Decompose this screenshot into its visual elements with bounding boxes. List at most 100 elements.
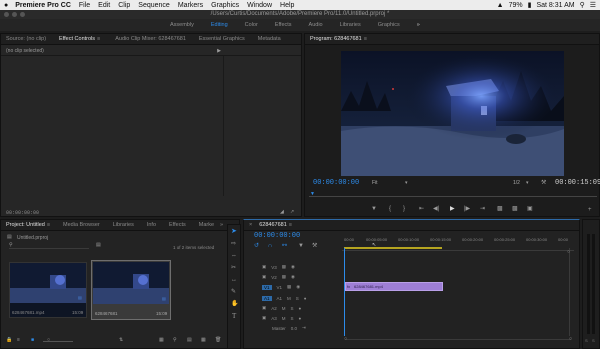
menu-window[interactable]: Window — [247, 2, 272, 9]
program-menu-icon[interactable]: ≡ — [364, 36, 367, 42]
track-output-icon[interactable]: ▩ — [282, 274, 286, 280]
nest-icon[interactable]: ↺ — [254, 243, 259, 249]
play-icon[interactable]: ▶ — [450, 206, 455, 212]
export-icon[interactable]: ↗ — [290, 210, 294, 215]
menu-list-icon[interactable]: ☰ — [590, 1, 596, 9]
scrollbar-handle-icon[interactable]: ○ — [344, 337, 347, 342]
mark-out-icon[interactable]: } — [403, 206, 405, 212]
vertical-scroll-handle-icon[interactable]: ○ — [567, 250, 570, 255]
tab-essential-graphics[interactable]: Essential Graphics — [199, 36, 245, 42]
workspace-color[interactable]: Color — [245, 22, 258, 28]
mute-button[interactable]: M — [287, 296, 291, 301]
menu-file[interactable]: File — [79, 2, 90, 9]
close-window-button[interactable] — [4, 12, 9, 17]
panels-overflow-icon[interactable]: » — [220, 222, 223, 228]
razor-tool-icon[interactable]: ✂ — [231, 265, 236, 271]
toggle-sync-lock-icon[interactable]: ▣ — [262, 274, 266, 280]
clear-icon[interactable]: 🗑 — [215, 338, 221, 343]
automate-to-sequence-icon[interactable]: ▦ — [159, 338, 164, 343]
wifi-icon[interactable]: ▲ — [497, 2, 504, 9]
sequence-tab[interactable]: 628467681 — [259, 222, 287, 228]
solo-button[interactable]: S — [296, 296, 299, 301]
project-sequence-thumbnail[interactable]: ▤ 628467681 15:09 — [91, 260, 171, 320]
pen-tool-icon[interactable]: ✎ — [231, 289, 236, 295]
filter-icon[interactable]: ◢ — [280, 210, 284, 215]
menu-clip[interactable]: Clip — [118, 2, 130, 9]
timeline-horizontal-scrollbar[interactable] — [345, 339, 571, 343]
track-label[interactable]: V3 — [271, 265, 277, 270]
tab-metadata[interactable]: Metadata — [258, 36, 281, 42]
new-bin-icon[interactable]: ▤ — [187, 338, 192, 343]
timeline-vertical-scrollbar[interactable] — [569, 248, 572, 336]
workspace-assembly[interactable]: Assembly — [170, 22, 194, 28]
solo-right-button[interactable]: S — [592, 338, 595, 343]
search-icon[interactable]: ⚲ — [9, 243, 13, 248]
tab-menu-icon[interactable]: ≡ — [97, 36, 100, 42]
sort-icon[interactable]: ⇅ — [119, 338, 123, 343]
tab-markers[interactable]: Marke — [199, 222, 214, 228]
zoom-window-button[interactable] — [20, 12, 25, 17]
workspace-effects[interactable]: Effects — [275, 22, 292, 28]
project-menu-icon[interactable]: ≡ — [47, 222, 50, 228]
menu-help[interactable]: Help — [280, 2, 294, 9]
toggle-track-output-icon[interactable]: ◉ — [291, 274, 295, 280]
mark-in-icon[interactable]: { — [389, 206, 391, 212]
timeline-timecode[interactable]: 00:00:00:00 — [254, 232, 300, 240]
icon-view-icon[interactable]: ■ — [31, 338, 34, 343]
slip-tool-icon[interactable]: ↔ — [231, 277, 237, 283]
toggle-sync-lock-icon[interactable]: ▣ — [262, 315, 266, 321]
ripple-edit-tool-icon[interactable]: ⇔ — [231, 253, 237, 259]
playback-resolution[interactable]: 1/2 — [513, 180, 520, 186]
track-output-icon[interactable]: ▩ — [282, 264, 286, 270]
fit-dropdown[interactable]: Fit — [372, 180, 378, 186]
tab-audio-clip-mixer[interactable]: Audio Clip Mixer: 628467681 — [115, 36, 186, 42]
close-sequence-icon[interactable]: × — [249, 222, 252, 228]
toggle-track-output-icon[interactable]: ◉ — [291, 264, 295, 270]
microphone-icon[interactable]: ● — [299, 306, 302, 311]
new-bin-from-search-icon[interactable]: ▤ — [96, 243, 101, 248]
track-label[interactable]: V1 — [277, 285, 283, 290]
menu-app[interactable]: Premiere Pro CC — [15, 2, 71, 9]
program-title[interactable]: Program: 628467681 — [310, 36, 362, 42]
program-scrub-bar[interactable] — [309, 193, 597, 197]
track-label[interactable]: A1 — [277, 296, 283, 301]
hand-tool-icon[interactable]: ✋ — [231, 301, 238, 307]
tab-libraries[interactable]: Libraries — [113, 222, 134, 228]
project-clip-thumbnail[interactable]: ▤ 628467681.mp4 15:09 — [9, 262, 87, 318]
new-item-icon[interactable]: ▦ — [201, 338, 206, 343]
menu-markers[interactable]: Markers — [178, 2, 203, 9]
step-forward-icon[interactable]: |▶ — [464, 206, 470, 212]
track-select-tool-icon[interactable]: ⇨ — [231, 241, 236, 247]
tab-source[interactable]: Source: (no clip) — [6, 36, 46, 42]
source-patch-a1[interactable]: A1 — [262, 295, 272, 301]
battery-percent[interactable]: 79% — [509, 2, 523, 9]
snap-icon[interactable]: ∩ — [268, 243, 272, 249]
solo-left-button[interactable]: S — [585, 338, 588, 343]
source-patch-v1[interactable]: V1 — [262, 284, 272, 290]
timeline-settings-icon[interactable]: ⚒ — [312, 243, 317, 249]
button-editor-icon[interactable]: + — [588, 207, 592, 213]
toggle-sync-lock-icon[interactable]: ▣ — [262, 264, 266, 270]
resolution-chevron-icon[interactable]: ▾ — [526, 181, 529, 186]
tab-effect-controls[interactable]: Effect Controls — [59, 36, 95, 42]
extract-icon[interactable]: ▩ — [512, 206, 518, 212]
menu-graphics[interactable]: Graphics — [211, 2, 239, 9]
add-marker-icon[interactable]: ▼ — [371, 206, 377, 212]
type-tool-icon[interactable]: T — [232, 313, 236, 320]
workspace-editing[interactable]: Editing — [211, 22, 228, 28]
scrollbar-handle-end-icon[interactable]: ○ — [569, 337, 572, 342]
work-area-bar[interactable] — [344, 247, 442, 249]
linked-selection-icon[interactable]: ⚯ — [282, 243, 287, 249]
go-to-end-icon[interactable]: ⇥ — [302, 325, 306, 331]
timeline-ruler[interactable]: 00:00 00:00:05:00 00:00:10:00 00:00:15:0… — [342, 235, 574, 251]
settings-wrench-icon[interactable]: ⚒ — [541, 180, 546, 186]
microphone-icon[interactable]: ● — [299, 316, 302, 321]
apple-menu-icon[interactable]: ● — [4, 2, 8, 9]
expand-arrow-icon[interactable]: ▶ — [217, 49, 221, 54]
track-label[interactable]: V2 — [271, 275, 277, 280]
solo-button[interactable]: S — [291, 316, 294, 321]
timeline-clip-v1[interactable]: fx 628467681.mp4 — [345, 282, 443, 291]
effect-controls-timecode[interactable]: 00:00:00:00 — [6, 210, 39, 216]
sequence-menu-icon[interactable]: ≡ — [289, 222, 292, 228]
tab-effects[interactable]: Effects — [169, 222, 186, 228]
